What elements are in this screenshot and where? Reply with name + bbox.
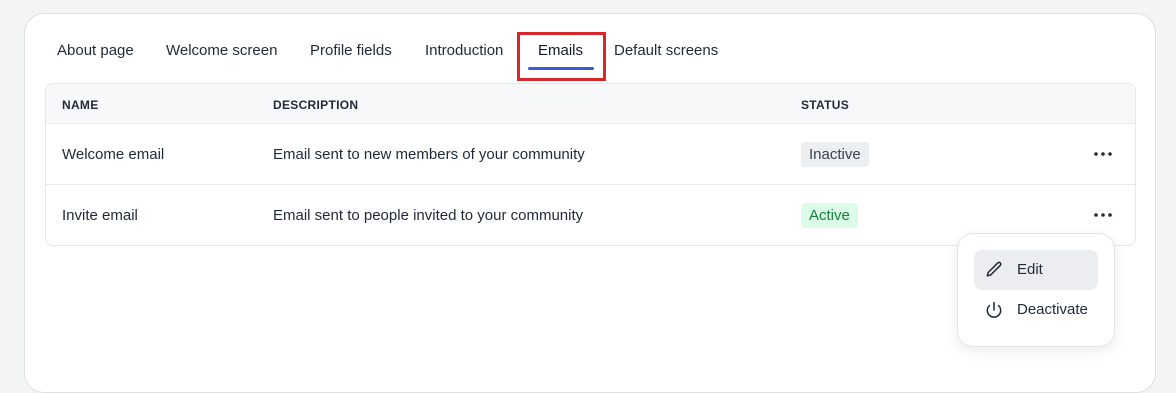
column-header-description: DESCRIPTION bbox=[273, 98, 359, 112]
tab-introduction[interactable]: Introduction bbox=[425, 42, 503, 66]
status-badge: Active bbox=[801, 203, 858, 228]
edit-menu-item[interactable]: Edit bbox=[974, 250, 1098, 290]
tab-profile-fields[interactable]: Profile fields bbox=[310, 42, 392, 66]
tab-highlight-box bbox=[517, 32, 606, 81]
status-badge: Inactive bbox=[801, 142, 869, 167]
email-name: Invite email bbox=[62, 207, 138, 224]
edit-label: Edit bbox=[1017, 261, 1043, 278]
email-description: Email sent to new members of your commun… bbox=[273, 146, 585, 163]
emails-table: NAME DESCRIPTION STATUS Welcome email Em… bbox=[45, 83, 1136, 246]
column-header-status: STATUS bbox=[801, 98, 850, 112]
row-actions-menu: Edit Deactivate bbox=[957, 233, 1115, 347]
deactivate-label: Deactivate bbox=[1017, 301, 1088, 318]
email-name: Welcome email bbox=[62, 146, 165, 163]
more-horizontal-icon bbox=[1094, 213, 1112, 217]
tab-default-screens[interactable]: Default screens bbox=[614, 42, 718, 66]
more-options-button[interactable] bbox=[1086, 205, 1120, 225]
email-description: Email sent to people invited to your com… bbox=[273, 207, 584, 224]
table-row: Welcome email Email sent to new members … bbox=[46, 124, 1135, 185]
tab-about-page[interactable]: About page bbox=[57, 42, 134, 66]
power-icon bbox=[986, 301, 1002, 318]
tab-bar: About page Welcome screen Profile fields… bbox=[25, 14, 1155, 84]
pencil-icon bbox=[986, 261, 1002, 277]
column-header-name: NAME bbox=[62, 98, 99, 112]
more-options-button[interactable] bbox=[1086, 144, 1120, 164]
more-horizontal-icon bbox=[1094, 152, 1112, 156]
tab-welcome-screen[interactable]: Welcome screen bbox=[166, 42, 277, 66]
deactivate-menu-item[interactable]: Deactivate bbox=[974, 290, 1098, 330]
table-header: NAME DESCRIPTION STATUS bbox=[46, 84, 1135, 124]
